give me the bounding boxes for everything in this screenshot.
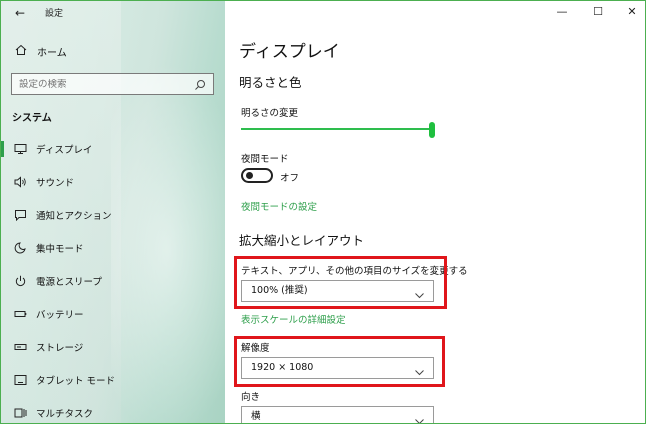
sidebar-item-label: ディスプレイ: [36, 145, 93, 156]
tablet-icon: [12, 373, 28, 387]
advanced-scaling-link[interactable]: 表示スケールの詳細設定: [241, 312, 346, 326]
storage-icon: [12, 340, 28, 354]
battery-icon: [12, 307, 28, 321]
moon-icon: [12, 241, 28, 255]
sidebar-item-label: サウンド: [36, 178, 75, 189]
orientation-dropdown[interactable]: 横: [241, 406, 434, 423]
sidebar-item-tablet-mode[interactable]: タブレット モード: [1, 370, 225, 390]
main-panel: — ☐ ✕ ディスプレイ 明るさと色 明るさの変更 夜間モード オフ 夜間モード…: [225, 1, 645, 423]
power-icon: [12, 274, 28, 288]
home-label: ホーム: [37, 47, 67, 59]
sidebar-item-label: 集中モード: [36, 244, 84, 255]
night-mode-state: オフ: [280, 173, 300, 184]
settings-search-box[interactable]: [11, 73, 214, 95]
home-icon: [13, 44, 29, 59]
monitor-icon: [12, 142, 28, 156]
sidebar-item-label: マルチタスク: [36, 409, 94, 420]
sidebar: ← 設定 ホーム システム ディスプレイ サウンド: [1, 1, 225, 423]
search-icon[interactable]: [193, 77, 207, 91]
sidebar-item-label: ストレージ: [36, 343, 84, 354]
toggle-knob: [246, 172, 253, 179]
brightness-label: 明るさの変更: [241, 108, 299, 119]
highlight-box-resolution: [234, 336, 445, 387]
brightness-color-header: 明るさと色: [239, 75, 302, 90]
night-mode-toggle[interactable]: [241, 168, 273, 183]
sidebar-item-notifications[interactable]: 通知とアクション: [1, 205, 225, 225]
title-bar: ← 設定: [1, 1, 225, 25]
speaker-icon: [12, 175, 28, 189]
home-nav-item[interactable]: ホーム: [13, 41, 213, 61]
orientation-label: 向き: [241, 392, 261, 403]
highlight-box-scale: [234, 256, 447, 309]
orientation-value: 横: [251, 411, 261, 422]
page-title: ディスプレイ: [239, 42, 340, 62]
sidebar-item-storage[interactable]: ストレージ: [1, 337, 225, 357]
maximize-button[interactable]: ☐: [585, 3, 611, 21]
multitask-icon: [12, 406, 28, 420]
app-title: 設定: [45, 9, 64, 19]
sidebar-item-sound[interactable]: サウンド: [1, 172, 225, 192]
notification-icon: [12, 208, 28, 222]
minimize-button[interactable]: —: [549, 3, 575, 21]
sidebar-item-label: タブレット モード: [36, 376, 116, 387]
sidebar-item-battery[interactable]: バッテリー: [1, 304, 225, 324]
chevron-down-icon: [415, 413, 424, 423]
night-mode-label: 夜間モード: [241, 154, 289, 165]
scale-layout-header: 拡大縮小とレイアウト: [239, 233, 365, 248]
sidebar-item-label: バッテリー: [36, 310, 84, 321]
brightness-slider-thumb[interactable]: [429, 122, 435, 138]
close-button[interactable]: ✕: [619, 3, 645, 21]
sidebar-item-focus-mode[interactable]: 集中モード: [1, 238, 225, 258]
sidebar-item-power-sleep[interactable]: 電源とスリープ: [1, 271, 225, 291]
settings-window: ← 設定 ホーム システム ディスプレイ サウンド: [0, 0, 646, 424]
brightness-slider-track[interactable]: [241, 128, 431, 130]
sidebar-item-display[interactable]: ディスプレイ: [1, 139, 225, 159]
night-mode-settings-link[interactable]: 夜間モードの設定: [241, 199, 317, 213]
sidebar-item-label: 電源とスリープ: [36, 277, 102, 288]
section-label-system: システム: [12, 113, 52, 124]
back-button[interactable]: ←: [11, 4, 29, 22]
sidebar-item-multitasking[interactable]: マルチタスク: [1, 403, 225, 423]
sidebar-item-label: 通知とアクション: [36, 211, 112, 222]
search-input[interactable]: [19, 78, 189, 90]
